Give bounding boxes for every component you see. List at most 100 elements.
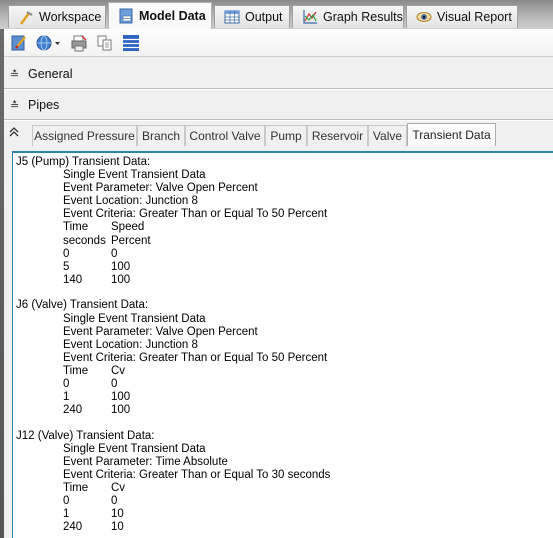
- table-cell: Time: [63, 482, 89, 495]
- model-data-icon: [118, 8, 134, 24]
- block-title: J12 (Valve) Transient Data:: [16, 429, 155, 442]
- output-table-icon: [224, 9, 240, 25]
- sub-tab-label: Assigned Pressure: [34, 129, 135, 143]
- table-row: Time Cv: [63, 482, 553, 495]
- main-tab-strip: Workspace Model Data Output Graph Result…: [0, 0, 553, 29]
- tab-output[interactable]: Output: [214, 5, 290, 28]
- table-row: 1 10: [63, 508, 553, 521]
- tab-workspace[interactable]: Workspace: [8, 5, 106, 28]
- transient-data-report[interactable]: J5 (Pump) Transient Data: Single Event T…: [12, 151, 553, 538]
- edit-notebook-icon[interactable]: [10, 34, 28, 52]
- table-cell: 100: [111, 260, 131, 273]
- block-line: Single Event Transient Data: [63, 442, 206, 455]
- block-line: Event Criteria: Greater Than or Equal To…: [63, 469, 331, 482]
- print-icon[interactable]: [70, 34, 88, 52]
- block-line: Event Parameter: Time Absolute: [63, 455, 228, 468]
- section-general-header[interactable]: ≛ General: [4, 60, 553, 88]
- sub-tab-label: Control Valve: [189, 129, 261, 143]
- tab-workspace-label: Workspace: [39, 10, 102, 24]
- table-cell: Cv: [111, 482, 126, 495]
- table-cell: 100: [111, 404, 131, 417]
- sub-tab-assigned-pressure[interactable]: Assigned Pressure: [32, 125, 137, 146]
- table-cell: 5: [63, 260, 70, 273]
- sub-tab-pump[interactable]: Pump: [265, 125, 307, 146]
- table-row: 00: [63, 248, 553, 261]
- tab-graph-results[interactable]: Graph Results: [292, 5, 404, 28]
- chevron-double-down-icon: ≛: [10, 99, 20, 112]
- table-row: 00: [63, 378, 553, 391]
- block-line: Event Parameter: Valve Open Percent: [63, 182, 258, 195]
- block-line: Event Criteria: Greater Than or Equal To…: [63, 351, 328, 364]
- table-cell: Speed: [111, 221, 145, 234]
- transient-block-j6: J6 (Valve) Transient Data: Single Event …: [16, 299, 553, 417]
- table-cell: 100: [111, 391, 131, 404]
- toolbar: [4, 29, 553, 57]
- tab-graph-results-label: Graph Results: [323, 10, 403, 24]
- table-row: 5 100: [63, 261, 553, 274]
- table-cell: Percent: [111, 234, 151, 247]
- block-title: J5 (Pump) Transient Data:: [16, 156, 151, 168]
- block-line: Event Location: Junction 8: [63, 195, 198, 208]
- eye-icon: [416, 9, 432, 25]
- table-row: 1 100: [63, 391, 553, 404]
- section-pipes-header[interactable]: ≛ Pipes: [4, 91, 553, 119]
- block-line: Event Location: Junction 8: [63, 338, 198, 351]
- table-row: Time Speed: [63, 221, 553, 234]
- tab-model-data-label: Model Data: [139, 9, 206, 23]
- table-cell: 140: [63, 273, 83, 286]
- workspace-icon: [18, 9, 34, 25]
- table-row: 240 100: [63, 404, 553, 417]
- table-cell: Time: [63, 221, 89, 234]
- sub-tab-label: Branch: [141, 129, 181, 143]
- block-line: Single Event Transient Data: [63, 312, 206, 325]
- sub-tab-strip: Assigned Pressure Branch Control Valve P…: [4, 123, 553, 146]
- table-cell: 0: [111, 495, 118, 508]
- section-divider: [4, 88, 553, 90]
- block-line: Event Criteria: Greater Than or Equal To…: [63, 208, 328, 221]
- table-cell: 0: [111, 378, 118, 390]
- table-cell: 10: [111, 508, 124, 521]
- table-row: 140 100: [63, 274, 553, 287]
- tab-visual-report[interactable]: Visual Report: [406, 5, 518, 28]
- table-cell: 100: [111, 273, 131, 286]
- table-cell: 240: [63, 521, 83, 534]
- table-cell: 1: [63, 391, 70, 404]
- table-cell: 1: [63, 508, 70, 521]
- table-cell: 0: [63, 495, 70, 508]
- list-view-icon[interactable]: [122, 34, 140, 52]
- table-row: Time Cv: [63, 365, 553, 378]
- table-cell: seconds: [63, 234, 106, 247]
- table-cell: 0: [111, 247, 118, 260]
- sub-tab-reservoir[interactable]: Reservoir: [307, 125, 368, 146]
- sub-tab-control-valve[interactable]: Control Valve: [185, 125, 265, 146]
- sub-tab-label: Transient Data: [412, 128, 491, 142]
- sub-tab-branch[interactable]: Branch: [137, 125, 185, 146]
- transient-block-j12: J12 (Valve) Transient Data: Single Event…: [16, 430, 553, 535]
- sub-tab-label: Valve: [372, 129, 403, 143]
- sub-tab-label: Pump: [270, 129, 302, 143]
- tab-output-label: Output: [245, 10, 283, 24]
- chevron-double-up-icon[interactable]: [9, 127, 23, 140]
- table-cell: 240: [63, 404, 83, 417]
- sub-tab-transient-data[interactable]: Transient Data: [407, 123, 496, 146]
- table-row: seconds Percent: [63, 235, 553, 248]
- block-title: J6 (Valve) Transient Data:: [16, 299, 149, 312]
- table-cell: Cv: [111, 364, 126, 377]
- section-divider: [4, 119, 553, 121]
- section-pipes-label: Pipes: [28, 98, 60, 112]
- sub-tab-label: Reservoir: [311, 129, 364, 143]
- table-cell: Time: [63, 364, 89, 377]
- table-row: 240 10: [63, 521, 553, 534]
- table-row: 00: [63, 495, 553, 508]
- transient-block-j5: J5 (Pump) Transient Data: Single Event T…: [16, 156, 553, 287]
- globe-dropdown-icon[interactable]: [36, 34, 62, 52]
- copy-icon[interactable]: [96, 34, 114, 52]
- table-cell: 0: [63, 378, 70, 390]
- section-general-label: General: [28, 67, 73, 81]
- tab-model-data[interactable]: Model Data: [108, 2, 212, 29]
- block-line: Single Event Transient Data: [63, 169, 206, 182]
- sub-tab-valve[interactable]: Valve: [368, 125, 407, 146]
- chevron-double-down-icon: ≛: [10, 68, 20, 81]
- table-cell: 0: [63, 247, 70, 260]
- tab-visual-report-label: Visual Report: [437, 10, 512, 24]
